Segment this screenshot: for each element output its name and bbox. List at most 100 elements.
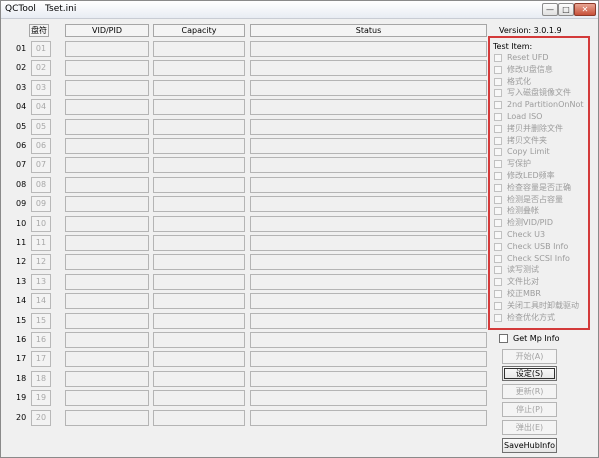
port-button[interactable]: 07	[31, 157, 51, 174]
port-vidpid-cell	[65, 312, 149, 329]
port-capacity-cell	[153, 273, 245, 290]
test-item[interactable]: 2nd PartitionOnNot	[494, 99, 588, 111]
test-item[interactable]: 读写测试	[494, 264, 588, 276]
test-item-checkbox[interactable]	[494, 195, 502, 204]
port-row: 02 02	[5, 60, 490, 77]
test-item[interactable]: Check U3	[494, 229, 588, 241]
test-item-checkbox[interactable]	[494, 89, 502, 98]
test-item[interactable]: 修改LED频率	[494, 170, 588, 182]
port-capacity-cell	[153, 332, 245, 348]
update-button[interactable]: 更新(R)	[502, 384, 557, 399]
port-button[interactable]: 16	[31, 332, 51, 348]
test-item-checkbox[interactable]	[494, 54, 502, 62]
port-button[interactable]: 01	[31, 41, 51, 57]
test-item-checkbox[interactable]	[494, 148, 502, 157]
test-item-checkbox[interactable]	[494, 266, 502, 275]
test-item[interactable]: 校正MBR	[494, 288, 588, 300]
test-item[interactable]: 文件比对	[494, 276, 588, 288]
test-item-checkbox[interactable]	[494, 77, 502, 86]
port-capacity-cell	[153, 215, 245, 232]
version-label: Version: 3.0.1.9	[499, 26, 562, 35]
port-capacity-cell	[153, 235, 245, 251]
test-item-checkbox[interactable]	[494, 124, 502, 133]
port-vidpid-cell	[65, 273, 149, 290]
port-vidpid-cell	[65, 390, 149, 407]
test-item-checkbox[interactable]	[494, 313, 502, 322]
test-item[interactable]: 检测是否占容量	[494, 194, 588, 206]
test-item-checkbox[interactable]	[494, 219, 502, 228]
eject-button[interactable]: 弹出(E)	[502, 420, 557, 435]
test-item[interactable]: 检查容量是否正确	[494, 182, 588, 194]
test-item[interactable]: 关闭工具时卸载驱动	[494, 300, 588, 312]
test-item-checkbox[interactable]	[494, 278, 502, 287]
port-capacity-cell	[153, 157, 245, 174]
test-item[interactable]: Check USB Info	[494, 241, 588, 253]
minimize-button[interactable]: —	[542, 3, 558, 16]
port-status-cell	[250, 99, 487, 116]
test-item-checkbox[interactable]	[494, 231, 502, 239]
test-item-checkbox[interactable]	[494, 101, 502, 110]
port-button[interactable]: 08	[31, 176, 51, 193]
port-button[interactable]: 06	[31, 138, 51, 154]
port-button[interactable]: 03	[31, 79, 51, 96]
port-button[interactable]: 02	[31, 60, 51, 77]
port-number: 02	[16, 63, 27, 73]
port-button[interactable]: 09	[31, 196, 51, 213]
test-item-label: 拷贝并删除文件	[507, 123, 563, 133]
test-item[interactable]: 修改U盘信息	[494, 64, 588, 76]
test-item[interactable]: Load ISO	[494, 111, 588, 123]
test-item-label: Load ISO	[507, 112, 543, 121]
test-item[interactable]: 检测VID/PID	[494, 217, 588, 229]
port-row: 06 06	[5, 138, 490, 155]
port-row: 09 09	[5, 196, 490, 213]
test-item[interactable]: 拷贝文件夹	[494, 135, 588, 147]
test-item-checkbox[interactable]	[494, 172, 502, 180]
port-row: 01 01	[5, 41, 490, 58]
test-item-checkbox[interactable]	[494, 160, 502, 169]
test-item[interactable]: 检测叠帐	[494, 205, 588, 217]
save-hub-info-button[interactable]: SaveHubInfo	[502, 438, 557, 453]
test-item[interactable]: 拷贝并删除文件	[494, 123, 588, 135]
test-item[interactable]: 写入磁盘镜像文件	[494, 87, 588, 99]
port-button[interactable]: 14	[31, 293, 51, 310]
port-vidpid-cell	[65, 99, 149, 116]
stop-button[interactable]: 停止(P)	[502, 402, 557, 417]
test-item[interactable]: Check SCSI Info	[494, 253, 588, 265]
test-item-checkbox[interactable]	[494, 113, 502, 121]
port-button[interactable]: 20	[31, 409, 51, 426]
test-item[interactable]: Copy Limit	[494, 146, 588, 158]
port-button[interactable]: 04	[31, 99, 51, 116]
port-capacity-cell	[153, 41, 245, 57]
port-button[interactable]: 18	[31, 370, 51, 387]
test-item[interactable]: 格式化	[494, 76, 588, 88]
test-item-checkbox[interactable]	[494, 290, 502, 298]
port-button[interactable]: 13	[31, 273, 51, 290]
setup-button[interactable]: 设定(S)	[502, 366, 557, 381]
test-item-checkbox[interactable]	[494, 136, 502, 145]
port-button[interactable]: 05	[31, 118, 51, 135]
test-item[interactable]: 写保护	[494, 158, 588, 170]
test-item[interactable]: 检查优化方式	[494, 312, 588, 324]
start-button[interactable]: 开始(A)	[502, 349, 557, 364]
port-button[interactable]: 17	[31, 351, 51, 368]
test-item-label: 读写测试	[507, 265, 539, 275]
port-button[interactable]: 11	[31, 235, 51, 251]
test-item-checkbox[interactable]	[494, 65, 502, 74]
test-item-checkbox[interactable]	[494, 183, 502, 192]
test-item-label: 关闭工具时卸载驱动	[507, 300, 579, 310]
close-button[interactable]: ✕	[574, 3, 596, 16]
client-area: 盘符 VID/PID Capacity Status 01 01 02 02 03 03 0…	[5, 20, 595, 456]
get-mp-info-checkbox[interactable]	[499, 334, 508, 343]
port-button[interactable]: 19	[31, 390, 51, 407]
port-button[interactable]: 10	[31, 215, 51, 232]
port-button[interactable]: 12	[31, 254, 51, 271]
test-item-checkbox[interactable]	[494, 254, 502, 263]
test-item-checkbox[interactable]	[494, 207, 502, 216]
test-item[interactable]: Reset UFD	[494, 52, 588, 64]
maximize-button[interactable]: □	[558, 3, 574, 16]
test-item-checkbox[interactable]	[494, 301, 502, 310]
port-vidpid-cell	[65, 176, 149, 193]
port-button[interactable]: 15	[31, 312, 51, 329]
port-vidpid-cell	[65, 138, 149, 154]
test-item-checkbox[interactable]	[494, 242, 502, 251]
